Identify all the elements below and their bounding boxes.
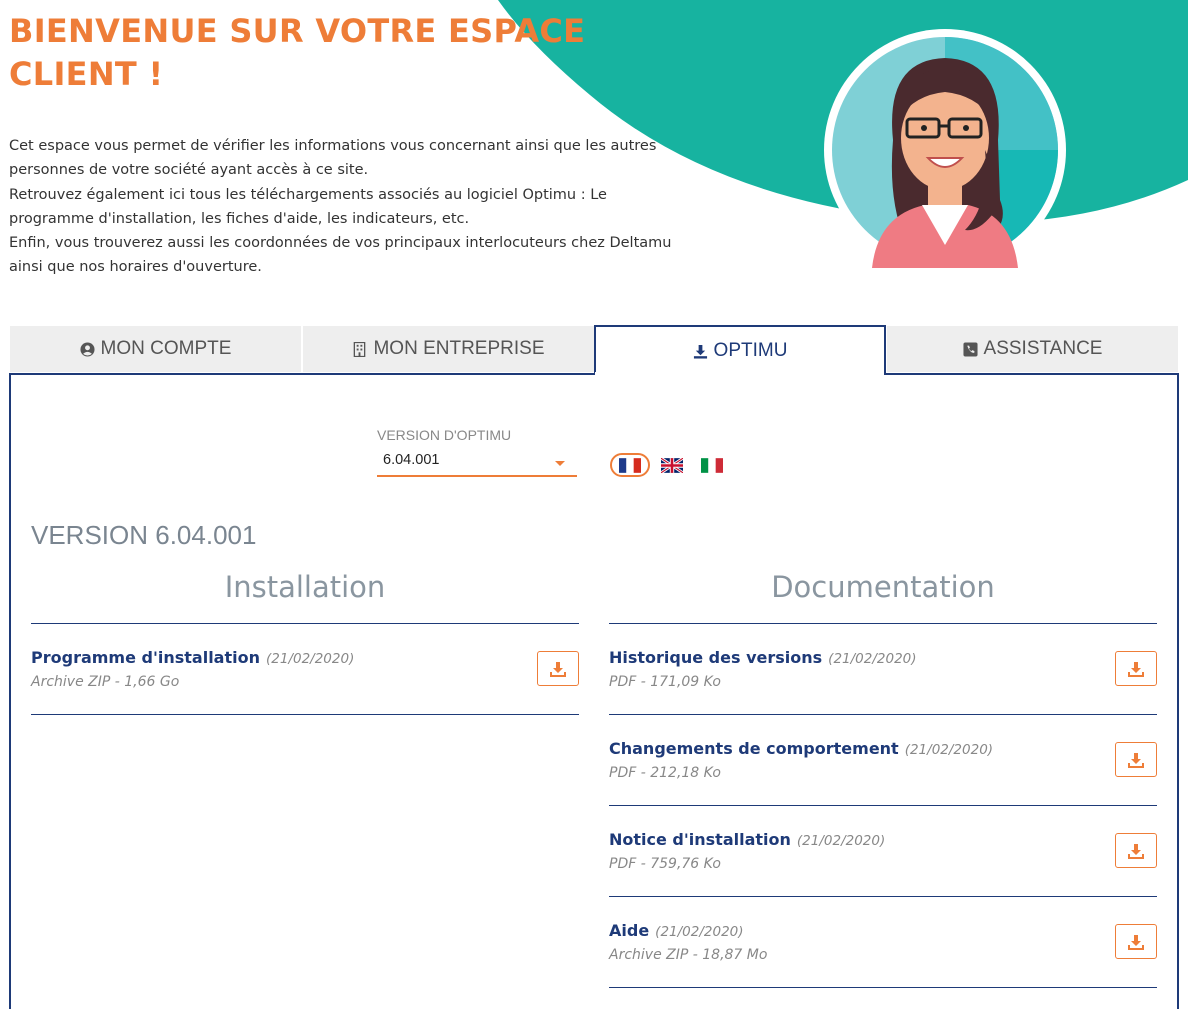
download-button[interactable] (537, 651, 579, 686)
uk-flag-icon (661, 457, 683, 473)
tab-label: MON COMPTE (100, 338, 232, 359)
download-button[interactable] (1115, 651, 1157, 686)
intro-line: Enfin, vous trouverez aussi les coordonn… (9, 235, 672, 252)
download-icon (550, 661, 566, 677)
item-title: Changements de comportement (609, 739, 899, 758)
tab-label: MON ENTREPRISE (373, 338, 545, 359)
download-button[interactable] (1115, 833, 1157, 868)
main-tabs: MON COMPTE MON ENTREPRISE OPTIMU ASSISTA… (9, 325, 1179, 375)
divider (609, 623, 1157, 624)
language-en[interactable] (652, 453, 692, 477)
title-line-2: CLIENT ! (9, 55, 164, 93)
version-select-value: 6.04.001 (383, 452, 440, 468)
version-heading: VERSION 6.04.001 (31, 520, 257, 550)
download-icon (1128, 934, 1144, 950)
building-icon (354, 341, 366, 357)
item-title: Aide (609, 921, 650, 940)
italian-flag-icon (701, 457, 723, 473)
item-date: (21/02/2020) (655, 924, 744, 940)
divider (609, 805, 1157, 806)
item-meta: PDF - 759,76 Ko (609, 856, 721, 872)
download-link-notice-installation[interactable]: Notice d'installation (21/02/2020) (609, 830, 885, 849)
installation-heading: Installation (224, 570, 386, 604)
intro-text: Cet espace vous permet de vérifier les i… (9, 134, 709, 280)
active-tab-connector (595, 372, 882, 376)
download-link-programme-installation[interactable]: Programme d'installation (21/02/2020) (31, 648, 354, 667)
item-title: Historique des versions (609, 648, 823, 667)
tab-label: ASSISTANCE (983, 338, 1103, 359)
download-link-historique-versions[interactable]: Historique des versions (21/02/2020) (609, 648, 917, 667)
divider (609, 896, 1157, 897)
download-icon (1128, 843, 1144, 859)
chevron-down-icon (555, 461, 565, 466)
download-button[interactable] (1115, 742, 1157, 777)
item-meta: Archive ZIP - 1,66 Go (31, 674, 180, 690)
user-circle-icon (80, 341, 95, 357)
divider (31, 623, 579, 624)
version-select-label: VERSION D'OPTIMU (377, 427, 512, 443)
download-icon (1128, 752, 1144, 768)
version-select[interactable]: 6.04.001 (377, 447, 577, 477)
divider (609, 987, 1157, 988)
language-fr[interactable] (610, 453, 650, 477)
intro-line: personnes de votre société ayant accès à… (9, 162, 369, 179)
item-title: Programme d'installation (31, 648, 260, 667)
intro-line: ainsi que nos horaires d'ouverture. (9, 259, 262, 276)
documentation-heading: Documentation (771, 570, 995, 604)
french-flag-icon (619, 457, 641, 473)
intro-line: programme d'installation, les fiches d'a… (9, 210, 470, 227)
download-icon (1128, 661, 1144, 677)
item-meta: PDF - 212,18 Ko (609, 765, 721, 781)
title-line-1: BIENVENUE SUR VOTRE ESPACE (9, 12, 586, 50)
tab-optimu[interactable]: OPTIMU (594, 325, 886, 375)
divider (609, 714, 1157, 715)
language-it[interactable] (692, 453, 732, 477)
tab-mon-compte[interactable]: MON COMPTE (9, 325, 302, 373)
download-button[interactable] (1115, 924, 1157, 959)
intro-line: Retrouvez également ici tous les télécha… (9, 186, 607, 203)
item-meta: PDF - 171,09 Ko (609, 674, 721, 690)
page-title: BIENVENUE SUR VOTRE ESPACE CLIENT ! (9, 10, 649, 96)
divider (31, 714, 579, 715)
intro-line: Cet espace vous permet de vérifier les i… (9, 138, 657, 154)
item-date: (21/02/2020) (796, 833, 886, 849)
item-date: (21/02/2020) (828, 651, 917, 667)
download-link-aide[interactable]: Aide (21/02/2020) (609, 921, 744, 940)
tab-label: OPTIMU (713, 340, 788, 361)
item-meta: Archive ZIP - 18,87 Mo (609, 947, 768, 963)
optimu-panel (9, 373, 1179, 1009)
item-title: Notice d'installation (609, 830, 791, 849)
download-link-changements-comportement[interactable]: Changements de comportement (21/02/2020) (609, 739, 993, 758)
download-icon (693, 344, 707, 359)
phone-square-icon (962, 341, 978, 357)
tab-mon-entreprise[interactable]: MON ENTREPRISE (302, 325, 595, 373)
item-date: (21/02/2020) (904, 742, 994, 758)
tab-assistance[interactable]: ASSISTANCE (886, 325, 1179, 373)
item-date: (21/02/2020) (266, 651, 355, 667)
